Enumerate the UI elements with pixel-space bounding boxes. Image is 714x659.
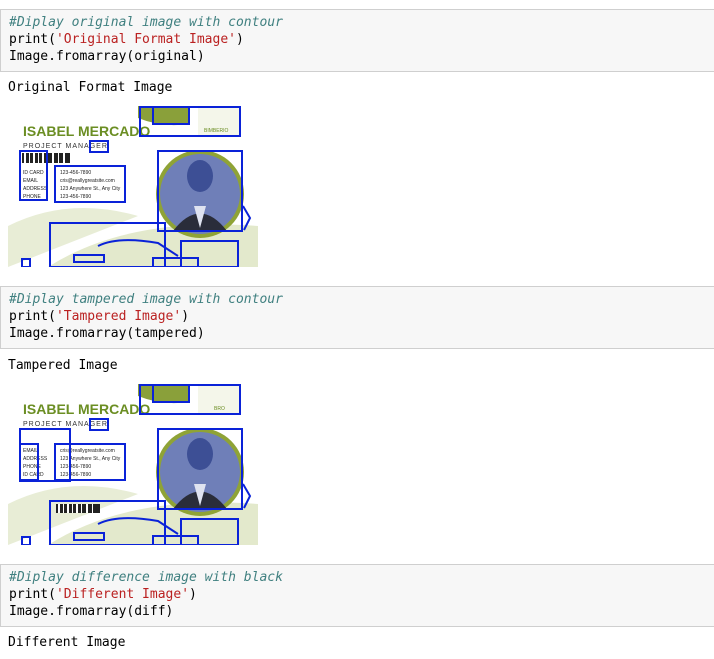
card-row-value: 123-456-7890 [60, 170, 91, 176]
cell-output-text: Tampered Image [8, 358, 118, 373]
cell-output-text: Different Image [8, 635, 126, 650]
code-print-close: ) [181, 309, 190, 324]
card-row-label: ID CARD [23, 170, 44, 176]
portrait-photo [156, 150, 244, 238]
card-role: PROJECT MANAGER [23, 143, 108, 150]
code-print-fn: print( [9, 587, 56, 602]
card-row-label: ID CARD [23, 472, 44, 478]
code-cell-1[interactable]: #Diplay original image with contour prin… [0, 9, 714, 72]
card-name: ISABEL MERCADO [23, 401, 150, 417]
code-print-line: print('Original Format Image') [9, 31, 706, 48]
code-print-fn: print( [9, 32, 56, 47]
code-print-close: ) [189, 587, 197, 602]
output-image-original: BIMBERIO ISABEL MERCADO PROJECT MANAGER … [8, 106, 258, 267]
code-line: Image.fromarray(diff) [9, 604, 174, 619]
brand-text: BIMBERIO [204, 128, 229, 134]
code-string: 'Original Format Image' [55, 32, 236, 47]
card-row-value: 123-456-7890 [60, 464, 91, 470]
card-row-value: cris@reallygreatsite.com [60, 178, 115, 184]
code-print-line: print('Tampered Image') [9, 308, 706, 325]
code-cell-2[interactable]: #Diplay tampered image with contour prin… [0, 286, 714, 349]
card-role: PROJECT MANAGER [23, 421, 108, 428]
code-string: 'Different Image' [55, 587, 190, 602]
code-cell-3[interactable]: #Diplay difference image with black prin… [0, 564, 714, 627]
portrait-photo [156, 428, 244, 516]
code-print-close: ) [235, 32, 244, 47]
code-line: Image.fromarray(tampered) [9, 326, 205, 341]
card-row-label: ADDRESS [23, 186, 48, 192]
code-comment: #Diplay difference image with black [9, 570, 283, 585]
card-row-label: EMAIL [23, 178, 38, 184]
card-row-value: 123-456-7890 [60, 194, 91, 200]
barcode [56, 504, 100, 513]
code-print-fn: print( [9, 309, 56, 324]
brand-text: BRO [214, 406, 225, 412]
card-row-value: cris@reallygreatsite.com [60, 448, 115, 454]
card-row-label: ADDRESS [23, 456, 48, 462]
code-comment: #Diplay original image with contour [9, 15, 283, 30]
code-line: Image.fromarray(original) [9, 49, 205, 64]
code-comment: #Diplay tampered image with contour [9, 292, 283, 307]
card-row-label: EMAIL [23, 448, 38, 454]
code-string: 'Tampered Image' [55, 309, 182, 324]
code-print-line: print('Different Image') [9, 586, 706, 603]
card-name: ISABEL MERCADO [23, 123, 150, 139]
card-row-value: 123 Anywhere St., Any City [60, 186, 121, 192]
output-image-tampered: BRO ISABEL MERCADO PROJECT MANAGER EMAIL… [8, 384, 258, 545]
card-row-value: 123-456-7890 [60, 472, 91, 478]
cell-output-text: Original Format Image [8, 80, 173, 95]
